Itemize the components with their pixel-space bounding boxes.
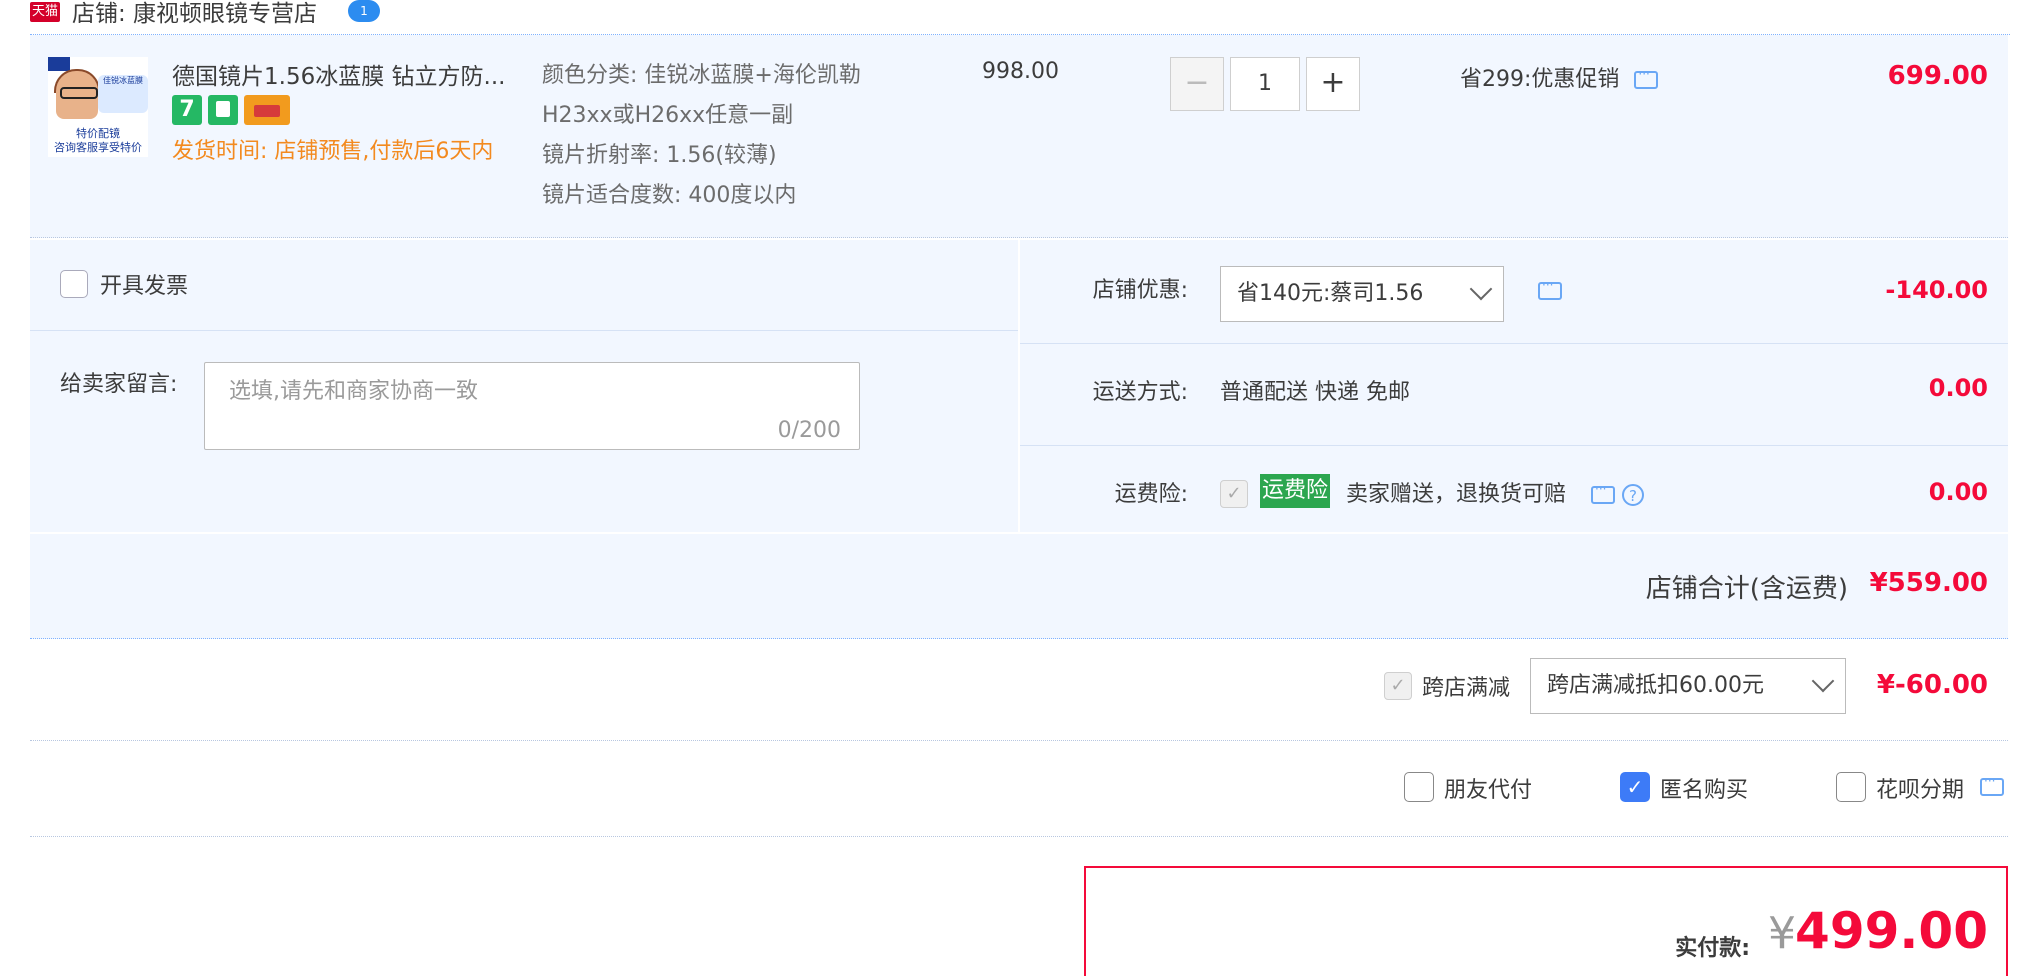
cross-store-checkbox[interactable]: ✓ <box>1384 672 1412 700</box>
cross-store-label[interactable]: 跨店满减 <box>1422 670 1510 702</box>
shop-name[interactable]: 店铺: 康视顿眼镜专营店 <box>72 0 317 28</box>
insurance-tag: 运费险 <box>1260 474 1331 508</box>
message-label: 给卖家留言: <box>60 372 178 397</box>
qty-plus-button[interactable]: + <box>1306 57 1360 111</box>
message-bubble-icon[interactable] <box>1591 482 1616 504</box>
discount-label: 店铺优惠: <box>1092 278 1188 303</box>
anonymous-label[interactable]: 匿名购买 <box>1660 772 1748 804</box>
shipping-value: 普通配送 快递 免邮 <box>1220 380 1410 405</box>
item-total: 699.00 <box>1887 61 1988 91</box>
order-item-row: 佳锐冰蓝膜 特价配镜 咨询客服享受特价 德国镜片1.56冰蓝膜 钻立方防... … <box>30 35 2008 238</box>
promo-info: 省299:优惠促销 <box>1460 61 1659 93</box>
divider <box>1020 343 2008 344</box>
cross-store-amount: ¥-60.00 <box>1876 670 1988 700</box>
message-placeholder: 选填,请先和商家协商一致 <box>229 379 478 404</box>
discount-amount: -140.00 <box>1885 276 1988 304</box>
unit-price: 998.00 <box>982 59 1059 84</box>
lens-tag: 佳锐冰蓝膜 <box>98 75 148 113</box>
chevron-down-icon <box>1811 669 1835 693</box>
payment-options-row: 朋友代付 ✓ 匿名购买 花呗分期 <box>30 742 2008 837</box>
payment-label: 实付款: <box>1675 936 1750 961</box>
discount-selected: 省140元:蔡司1.56 <box>1237 281 1424 306</box>
invoice-checkbox[interactable] <box>60 270 88 298</box>
insurance-checkbox[interactable]: ✓ <box>1220 480 1248 508</box>
chat-icon[interactable]: 1 <box>348 0 380 22</box>
quantity-input[interactable]: 1 <box>1230 57 1300 111</box>
payment-value: 499.00 <box>1795 902 1988 960</box>
help-icon[interactable]: ? <box>1622 484 1645 506</box>
message-bubble-icon[interactable] <box>1634 67 1659 89</box>
order-options-panel: 店铺优惠: 省140元:蔡司1.56 -140.00 运送方式: 普通配送 快递… <box>1020 240 2008 532</box>
message-counter: 0/200 <box>777 418 841 443</box>
divider <box>1020 445 2008 446</box>
message-bubble-icon[interactable] <box>1538 278 1562 300</box>
ship-time: 发货时间: 店铺预售,付款后6天内 <box>172 139 494 164</box>
huabei-label[interactable]: 花呗分期 <box>1876 772 1964 804</box>
cross-store-row: ✓ 跨店满减 跨店满减抵扣60.00元 ¥-60.00 <box>30 640 2008 741</box>
friend-pay-checkbox[interactable] <box>1404 772 1434 802</box>
seven-day-return-icon[interactable]: 7 <box>172 95 202 125</box>
shop-total-value: ¥559.00 <box>1869 568 1988 598</box>
cross-store-select[interactable]: 跨店满减抵扣60.00元 <box>1530 658 1846 714</box>
divider <box>30 330 1018 331</box>
invoice-message-panel: 开具发票 给卖家留言: 选填,请先和商家协商一致 0/200 <box>30 240 1018 532</box>
product-title[interactable]: 德国镜片1.56冰蓝膜 钻立方防... <box>172 57 505 91</box>
promo-text: 省299:优惠促销 <box>1460 67 1620 92</box>
discount-select[interactable]: 省140元:蔡司1.56 <box>1220 266 1504 322</box>
glasses-icon <box>60 87 98 99</box>
zeiss-logo-icon <box>48 57 70 71</box>
insurance-amount: 0.00 <box>1928 478 1988 506</box>
product-thumbnail[interactable]: 佳锐冰蓝膜 特价配镜 咨询客服享受特价 <box>48 57 148 157</box>
shop-total-label: 店铺合计(含运费) <box>1645 574 1848 604</box>
qty-minus-button[interactable]: − <box>1170 57 1224 111</box>
payment-currency: ¥ <box>1768 908 1796 959</box>
spec-refraction: 镜片折射率: 1.56(较薄) <box>542 143 777 168</box>
message-bubble-icon[interactable] <box>1980 774 2004 796</box>
cross-store-selected: 跨店满减抵扣60.00元 <box>1547 673 1764 698</box>
anonymous-checkbox[interactable]: ✓ <box>1620 772 1650 802</box>
shop-total-row: 店铺合计(含运费) ¥559.00 <box>30 534 2008 639</box>
shop-header: 天猫 店铺: 康视顿眼镜专营店 1 <box>30 0 2010 35</box>
discount-bubble <box>1538 278 1562 300</box>
payment-summary: 实付款: ¥ 499.00 <box>1084 866 2008 976</box>
spec-color-cont: H23xx或H26xx任意一副 <box>542 103 794 128</box>
insurance-info: 卖家赠送，退换货可赔 ? <box>1346 476 1645 508</box>
credit-card-icon[interactable] <box>244 95 290 125</box>
insurance-label: 运费险: <box>1114 482 1188 507</box>
insurance-text: 卖家赠送，退换货可赔 <box>1346 482 1567 507</box>
spec-degree: 镜片适合度数: 400度以内 <box>542 183 797 208</box>
friend-pay-label[interactable]: 朋友代付 <box>1444 772 1532 804</box>
guarantee-bag-icon[interactable] <box>208 95 238 125</box>
seller-message-input[interactable]: 选填,请先和商家协商一致 0/200 <box>204 362 860 450</box>
chevron-down-icon <box>1469 277 1493 301</box>
shipping-label: 运送方式: <box>1092 380 1188 405</box>
invoice-label[interactable]: 开具发票 <box>100 268 188 300</box>
spec-color: 颜色分类: 佳锐冰蓝膜+海伦凯勒 <box>542 63 861 88</box>
tmall-badge: 天猫 <box>30 2 60 22</box>
thumb-caption-sub: 咨询客服享受特价 <box>54 141 142 154</box>
huabei-checkbox[interactable] <box>1836 772 1866 802</box>
shipping-amount: 0.00 <box>1928 374 1988 402</box>
huabei-bubble <box>1980 774 2004 796</box>
